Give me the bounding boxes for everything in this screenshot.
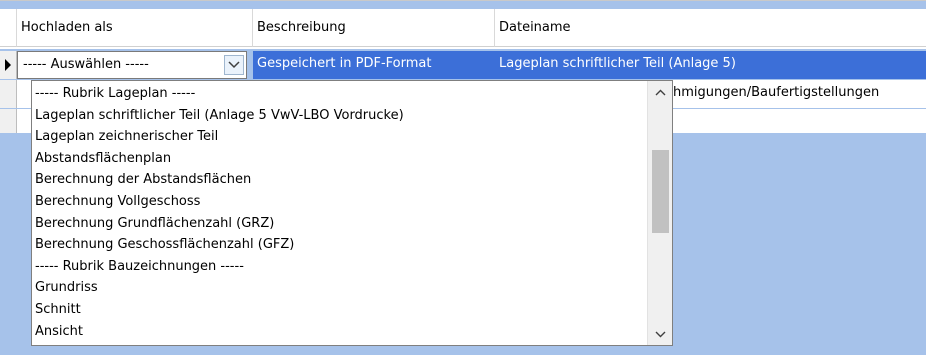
dropdown-option[interactable]: Lageplan zeichnerischer Teil xyxy=(35,126,218,147)
chevron-down-icon xyxy=(228,61,240,69)
column-header-filename[interactable]: Dateiname xyxy=(495,9,926,47)
combo-dropdown-button[interactable] xyxy=(224,55,244,75)
upload-as-dropdown-list[interactable]: ----- Rubrik Lageplan ----- Lageplan schr… xyxy=(31,80,673,346)
scrollbar-thumb[interactable] xyxy=(652,150,669,233)
chevron-up-icon xyxy=(655,89,666,95)
chevron-down-icon xyxy=(655,331,666,337)
table-row[interactable]: ----- Auswählen ----- Gespeichert in PDF… xyxy=(0,51,926,79)
scroll-up-button[interactable] xyxy=(648,81,673,103)
scroll-down-button[interactable] xyxy=(648,323,673,345)
dropdown-option[interactable]: Berechnung Geschossflächenzahl (GFZ) xyxy=(35,234,294,255)
dropdown-option[interactable]: Schnitt xyxy=(35,299,81,320)
dropdown-option[interactable]: Grundriss xyxy=(35,277,98,298)
dropdown-option[interactable]: Berechnung der Abstandsflächen xyxy=(35,169,251,190)
dropdown-option[interactable]: Lageplan schriftlicher Teil (Anlage 5 Vw… xyxy=(35,105,404,126)
dropdown-option[interactable]: ----- Rubrik Lageplan ----- xyxy=(35,83,195,104)
dropdown-scrollbar[interactable] xyxy=(647,81,672,345)
dropdown-option[interactable]: Ansicht xyxy=(35,321,83,342)
upload-as-value: ----- Auswählen ----- xyxy=(23,57,149,72)
dropdown-option[interactable]: Berechnung Vollgeschoss xyxy=(35,191,200,212)
upload-as-combobox[interactable]: ----- Auswählen ----- xyxy=(17,51,247,79)
current-row-arrow-icon xyxy=(5,59,11,71)
row-header[interactable] xyxy=(0,51,17,79)
column-header-description[interactable]: Beschreibung xyxy=(253,9,495,47)
header-corner xyxy=(0,9,17,47)
description-cell[interactable]: Gespeichert in PDF-Format xyxy=(253,51,495,79)
data-grid[interactable]: Hochladen als Beschreibung Dateiname ---… xyxy=(0,0,926,355)
grid-header: Hochladen als Beschreibung Dateiname xyxy=(0,9,926,49)
row-header[interactable] xyxy=(0,109,17,133)
row-header[interactable] xyxy=(0,80,17,108)
dropdown-option[interactable]: Berechnung Grundflächenzahl (GRZ) xyxy=(35,213,274,234)
column-header-upload-as[interactable]: Hochladen als xyxy=(17,9,253,47)
filename-cell[interactable]: hmigungen/Baufertigstellungen xyxy=(673,80,926,108)
filename-cell[interactable]: Lageplan schriftlicher Teil (Anlage 5) xyxy=(495,51,926,79)
dropdown-option[interactable]: ----- Rubrik Bauzeichnungen ----- xyxy=(35,256,244,277)
dropdown-option[interactable]: Abstandsflächenplan xyxy=(35,148,171,169)
